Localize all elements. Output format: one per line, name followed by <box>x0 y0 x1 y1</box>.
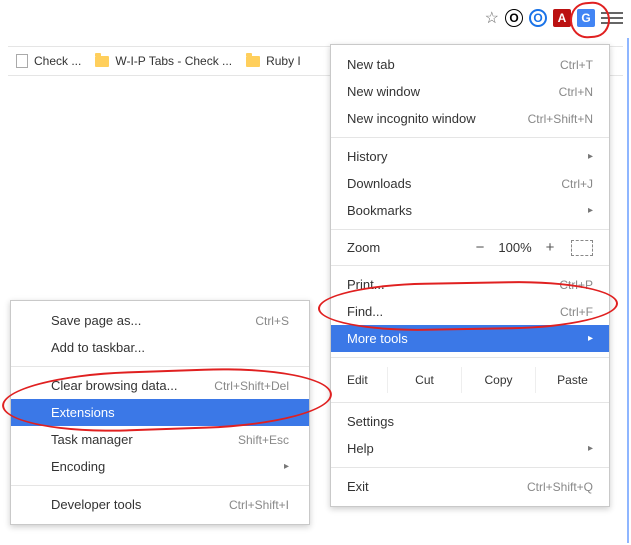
bookmark-label: W-I-P Tabs - Check ... <box>115 54 232 68</box>
menu-item-help[interactable]: Help▸ <box>331 435 609 462</box>
chevron-right-icon: ▸ <box>284 461 289 472</box>
menu-item-exit[interactable]: ExitCtrl+Shift+Q <box>331 473 609 500</box>
extension-icon-google[interactable]: G <box>577 9 595 27</box>
menu-item-more-tools[interactable]: More tools▸ <box>331 325 609 352</box>
menu-separator <box>331 402 609 403</box>
extension-icon-2[interactable]: O <box>529 9 547 27</box>
bookmark-item[interactable]: Ruby I <box>246 54 301 68</box>
menu-item-settings[interactable]: Settings <box>331 408 609 435</box>
chevron-right-icon: ▸ <box>588 151 593 162</box>
submenu-item-task-manager[interactable]: Task managerShift+Esc <box>11 426 309 453</box>
folder-icon <box>95 56 109 67</box>
submenu-item-extensions[interactable]: Extensions <box>11 399 309 426</box>
zoom-percent: 100% <box>493 240 537 255</box>
menu-separator <box>11 366 309 367</box>
cut-button[interactable]: Cut <box>387 367 461 393</box>
menu-separator <box>331 137 609 138</box>
chevron-right-icon: ▸ <box>588 443 593 454</box>
menu-item-find[interactable]: Find...Ctrl+F <box>331 298 609 325</box>
edit-label: Edit <box>331 367 387 393</box>
menu-item-downloads[interactable]: DownloadsCtrl+J <box>331 170 609 197</box>
bookmark-item[interactable]: Check ... <box>16 54 81 68</box>
menu-separator <box>331 357 609 358</box>
submenu-item-clear-browsing-data[interactable]: Clear browsing data...Ctrl+Shift+Del <box>11 372 309 399</box>
menu-separator <box>331 265 609 266</box>
menu-item-incognito[interactable]: New incognito windowCtrl+Shift+N <box>331 105 609 132</box>
menu-separator <box>331 229 609 230</box>
menu-item-edit-row: Edit Cut Copy Paste <box>331 363 609 397</box>
extension-icon-1[interactable]: O <box>505 9 523 27</box>
menu-item-zoom: Zoom − 100% + <box>331 235 609 260</box>
menu-item-bookmarks[interactable]: Bookmarks▸ <box>331 197 609 224</box>
chevron-right-icon: ▸ <box>588 333 593 344</box>
paste-button[interactable]: Paste <box>535 367 609 393</box>
zoom-label: Zoom <box>347 240 380 255</box>
menu-separator <box>11 485 309 486</box>
menu-item-new-tab[interactable]: New tabCtrl+T <box>331 51 609 78</box>
bookmark-item[interactable]: W-I-P Tabs - Check ... <box>95 54 232 68</box>
more-tools-submenu: Save page as...Ctrl+S Add to taskbar... … <box>10 300 310 525</box>
submenu-item-save-page-as[interactable]: Save page as...Ctrl+S <box>11 307 309 334</box>
page-icon <box>16 54 28 68</box>
submenu-item-developer-tools[interactable]: Developer toolsCtrl+Shift+I <box>11 491 309 518</box>
menu-item-print[interactable]: Print...Ctrl+P <box>331 271 609 298</box>
menu-item-history[interactable]: History▸ <box>331 143 609 170</box>
copy-button[interactable]: Copy <box>461 367 535 393</box>
browser-toolbar: ☆ O O A G <box>485 0 623 36</box>
extension-icon-pdf[interactable]: A <box>553 9 571 27</box>
zoom-out-button[interactable]: − <box>467 239 493 256</box>
chevron-right-icon: ▸ <box>588 205 593 216</box>
submenu-item-encoding[interactable]: Encoding▸ <box>11 453 309 480</box>
menu-separator <box>331 467 609 468</box>
zoom-in-button[interactable]: + <box>537 239 563 256</box>
hamburger-menu-icon[interactable] <box>601 7 623 29</box>
chrome-main-menu: New tabCtrl+T New windowCtrl+N New incog… <box>330 44 610 507</box>
bookmark-star-icon[interactable]: ☆ <box>485 8 499 28</box>
submenu-item-add-to-taskbar[interactable]: Add to taskbar... <box>11 334 309 361</box>
window-right-edge <box>623 38 629 543</box>
fullscreen-icon[interactable] <box>571 240 593 256</box>
bookmark-label: Ruby I <box>266 54 301 68</box>
menu-item-new-window[interactable]: New windowCtrl+N <box>331 78 609 105</box>
bookmark-label: Check ... <box>34 54 81 68</box>
folder-icon <box>246 56 260 67</box>
